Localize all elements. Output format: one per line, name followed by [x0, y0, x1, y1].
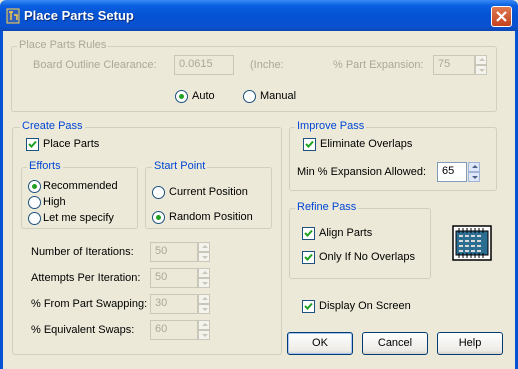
place-parts-label: Place Parts — [43, 138, 100, 150]
close-icon — [496, 11, 507, 22]
close-button[interactable] — [491, 6, 512, 27]
part-swapping-label: % From Part Swapping: — [31, 298, 148, 310]
equivalent-swaps-spinner[interactable] — [198, 320, 210, 340]
auto-radio[interactable] — [175, 90, 188, 103]
min-expansion-spinner[interactable] — [468, 162, 480, 182]
attempts-label: Attempts Per Iteration: — [31, 272, 141, 284]
clearance-label: Board Outline Clearance: — [33, 59, 157, 71]
check-icon — [304, 229, 313, 237]
rules-group-label: Place Parts Rules — [17, 39, 109, 51]
rules-group — [11, 46, 497, 112]
random-position-radio[interactable] — [152, 211, 165, 224]
efforts-label: Efforts — [27, 160, 63, 172]
align-parts-label: Align Parts — [319, 227, 373, 239]
min-expansion-input[interactable]: 65 — [437, 162, 467, 182]
only-if-no-overlaps-checkbox[interactable] — [302, 251, 315, 264]
iterations-spinner[interactable] — [198, 242, 210, 262]
current-position-label: Current Position — [169, 186, 248, 198]
auto-label: Auto — [192, 90, 215, 102]
effort-specify-label: Let me specify — [43, 212, 114, 224]
display-on-screen-label: Display On Screen — [319, 300, 411, 312]
cancel-button[interactable]: Cancel — [362, 332, 428, 355]
eliminate-overlaps-checkbox[interactable] — [303, 138, 316, 151]
current-position-radio[interactable] — [152, 186, 165, 199]
title-bar: Place Parts Setup — [0, 0, 518, 31]
units-label: (Inche: — [250, 59, 284, 71]
manual-label: Manual — [260, 90, 297, 102]
refine-pass-group — [289, 208, 431, 279]
effort-recommended-radio[interactable] — [28, 180, 41, 193]
only-if-no-overlaps-label: Only If No Overlaps — [319, 251, 415, 263]
check-icon — [304, 253, 313, 261]
effort-recommended-label: Recommended — [43, 180, 118, 192]
help-button[interactable]: Help — [437, 332, 503, 355]
ok-button[interactable]: OK — [287, 332, 353, 355]
align-parts-checkbox[interactable] — [302, 227, 315, 240]
equivalent-swaps-label: % Equivalent Swaps: — [31, 324, 135, 336]
part-swapping-spinner[interactable] — [198, 294, 210, 314]
equivalent-swaps-input[interactable]: 60 — [150, 320, 198, 340]
iterations-input[interactable]: 50 — [150, 242, 198, 262]
eliminate-overlaps-label: Eliminate Overlaps — [320, 138, 413, 150]
refine-pass-label: Refine Pass — [295, 201, 359, 213]
expansion-label: % Part Expansion: — [333, 59, 424, 71]
effort-high-radio[interactable] — [28, 196, 41, 209]
start-point-label: Start Point — [152, 160, 208, 172]
clearance-input[interactable]: 0.0615 — [174, 55, 234, 75]
effort-high-label: High — [43, 196, 66, 208]
check-icon — [304, 302, 313, 310]
random-position-label: Random Position — [169, 211, 253, 223]
check-icon — [28, 140, 37, 148]
place-parts-checkbox[interactable] — [26, 138, 39, 151]
expansion-spinner[interactable] — [475, 55, 487, 75]
improve-pass-label: Improve Pass — [295, 120, 367, 132]
window-title: Place Parts Setup — [24, 8, 134, 23]
effort-specify-radio[interactable] — [28, 212, 41, 225]
manual-radio[interactable] — [243, 90, 256, 103]
create-pass-label: Create Pass — [20, 120, 85, 132]
app-icon — [6, 8, 20, 24]
part-swapping-input[interactable]: 30 — [150, 294, 198, 314]
attempts-input[interactable]: 50 — [150, 268, 198, 288]
display-on-screen-checkbox[interactable] — [302, 300, 315, 313]
expansion-input[interactable]: 75 — [433, 55, 475, 75]
min-expansion-label: Min % Expansion Allowed: — [297, 166, 427, 178]
chip-icon — [452, 224, 492, 265]
iterations-label: Number of Iterations: — [31, 246, 134, 258]
attempts-spinner[interactable] — [198, 268, 210, 288]
check-icon — [305, 140, 314, 148]
